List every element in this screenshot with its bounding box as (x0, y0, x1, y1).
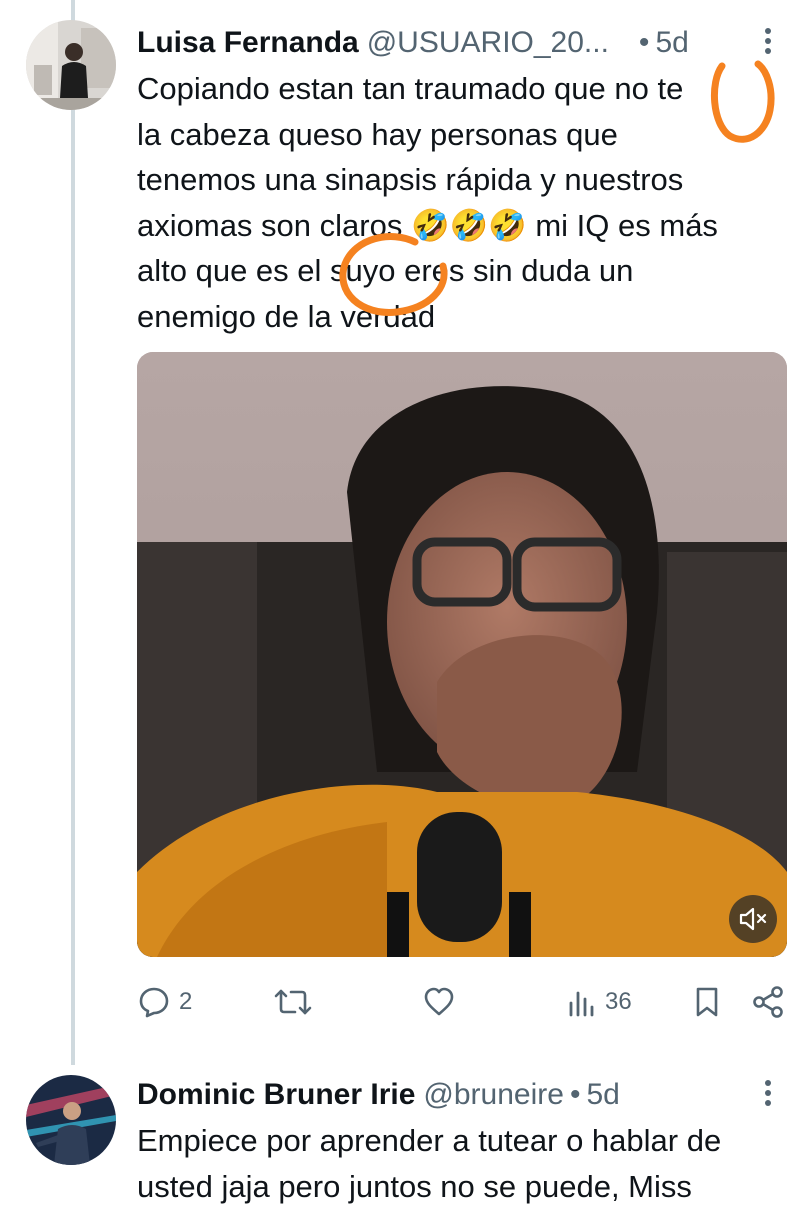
avatar[interactable] (26, 20, 116, 110)
tweet-actions: 2 36 (137, 985, 787, 1025)
volume-muted-icon (738, 906, 768, 932)
more-options-icon[interactable] (754, 1078, 782, 1115)
share-icon (751, 985, 785, 1019)
reply-count: 2 (179, 988, 192, 1016)
tweet-text-line: Copiando estan tan traumado que no te (137, 66, 787, 112)
tweet-text-line: tenemos una sinapsis rápida y nuestros (137, 157, 787, 203)
reply-button[interactable]: 2 (137, 985, 192, 1019)
reply-icon (137, 985, 171, 1019)
user-handle[interactable]: @USUARIO_20... (367, 26, 609, 60)
annotation-circle-suyo (325, 222, 465, 332)
views-count: 36 (605, 988, 632, 1016)
thread-connector-line (71, 0, 75, 1065)
tweet-text: Empiece por aprender a tutear o hablar d… (137, 1118, 787, 1209)
like-icon (422, 985, 456, 1019)
retweet-icon (273, 985, 313, 1019)
separator-dot: • (639, 26, 650, 60)
user-handle[interactable]: @bruneire (423, 1078, 564, 1112)
share-button[interactable] (751, 985, 785, 1019)
timestamp[interactable]: 5d (655, 26, 688, 60)
tweet-text-line: usted jaja pero juntos no se puede, Miss (137, 1164, 787, 1209)
timestamp[interactable]: 5d (586, 1078, 619, 1112)
bookmark-button[interactable] (693, 985, 721, 1019)
display-name[interactable]: Luisa Fernanda (137, 26, 359, 60)
mute-button[interactable] (729, 895, 777, 943)
retweet-button[interactable] (273, 985, 321, 1019)
annotation-circle-te (700, 52, 785, 147)
video-frame (137, 352, 787, 957)
views-button[interactable]: 36 (567, 985, 632, 1019)
like-button[interactable] (422, 985, 464, 1019)
tweet-header: Dominic Bruner Irie @bruneire • 5d (137, 1078, 620, 1112)
views-icon (567, 985, 597, 1019)
tweet-text-line: la cabeza queso hay personas que (137, 112, 787, 158)
separator-dot: • (570, 1078, 581, 1112)
tweet-header: Luisa Fernanda @USUARIO_20... • 5d (137, 26, 689, 60)
display-name[interactable]: Dominic Bruner Irie (137, 1078, 415, 1112)
video-media[interactable] (137, 352, 787, 957)
bookmark-icon (693, 985, 721, 1019)
tweet-text-line: Empiece por aprender a tutear o hablar d… (137, 1118, 787, 1164)
avatar[interactable] (26, 1075, 116, 1165)
